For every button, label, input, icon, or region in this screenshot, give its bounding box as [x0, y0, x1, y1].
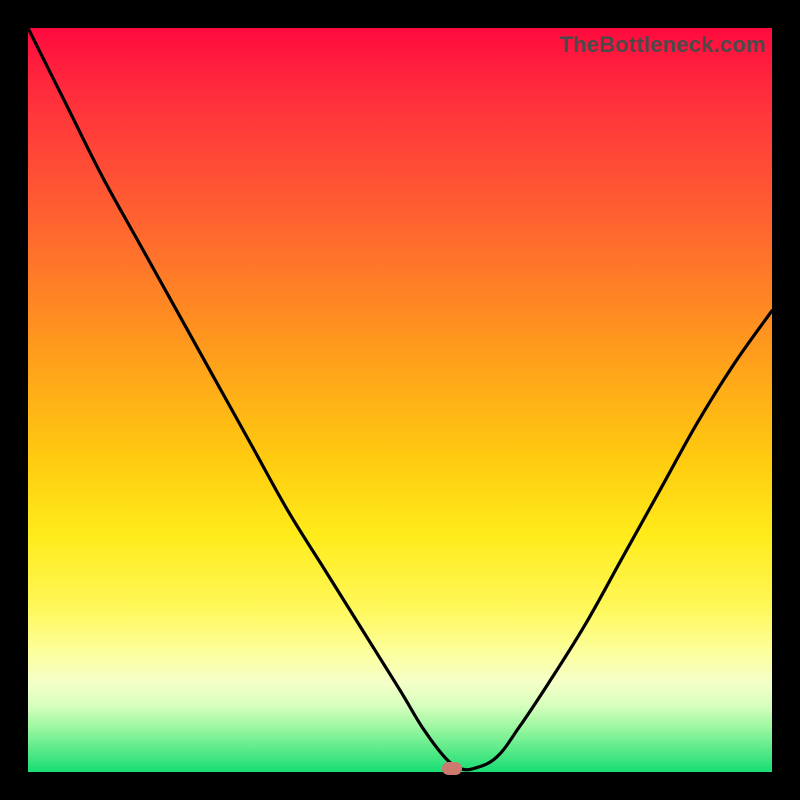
curve-path: [28, 28, 772, 770]
optimal-point-marker: [442, 762, 462, 775]
chart-frame: TheBottleneck.com: [0, 0, 800, 800]
plot-area: TheBottleneck.com: [28, 28, 772, 772]
bottleneck-curve: [28, 28, 772, 772]
